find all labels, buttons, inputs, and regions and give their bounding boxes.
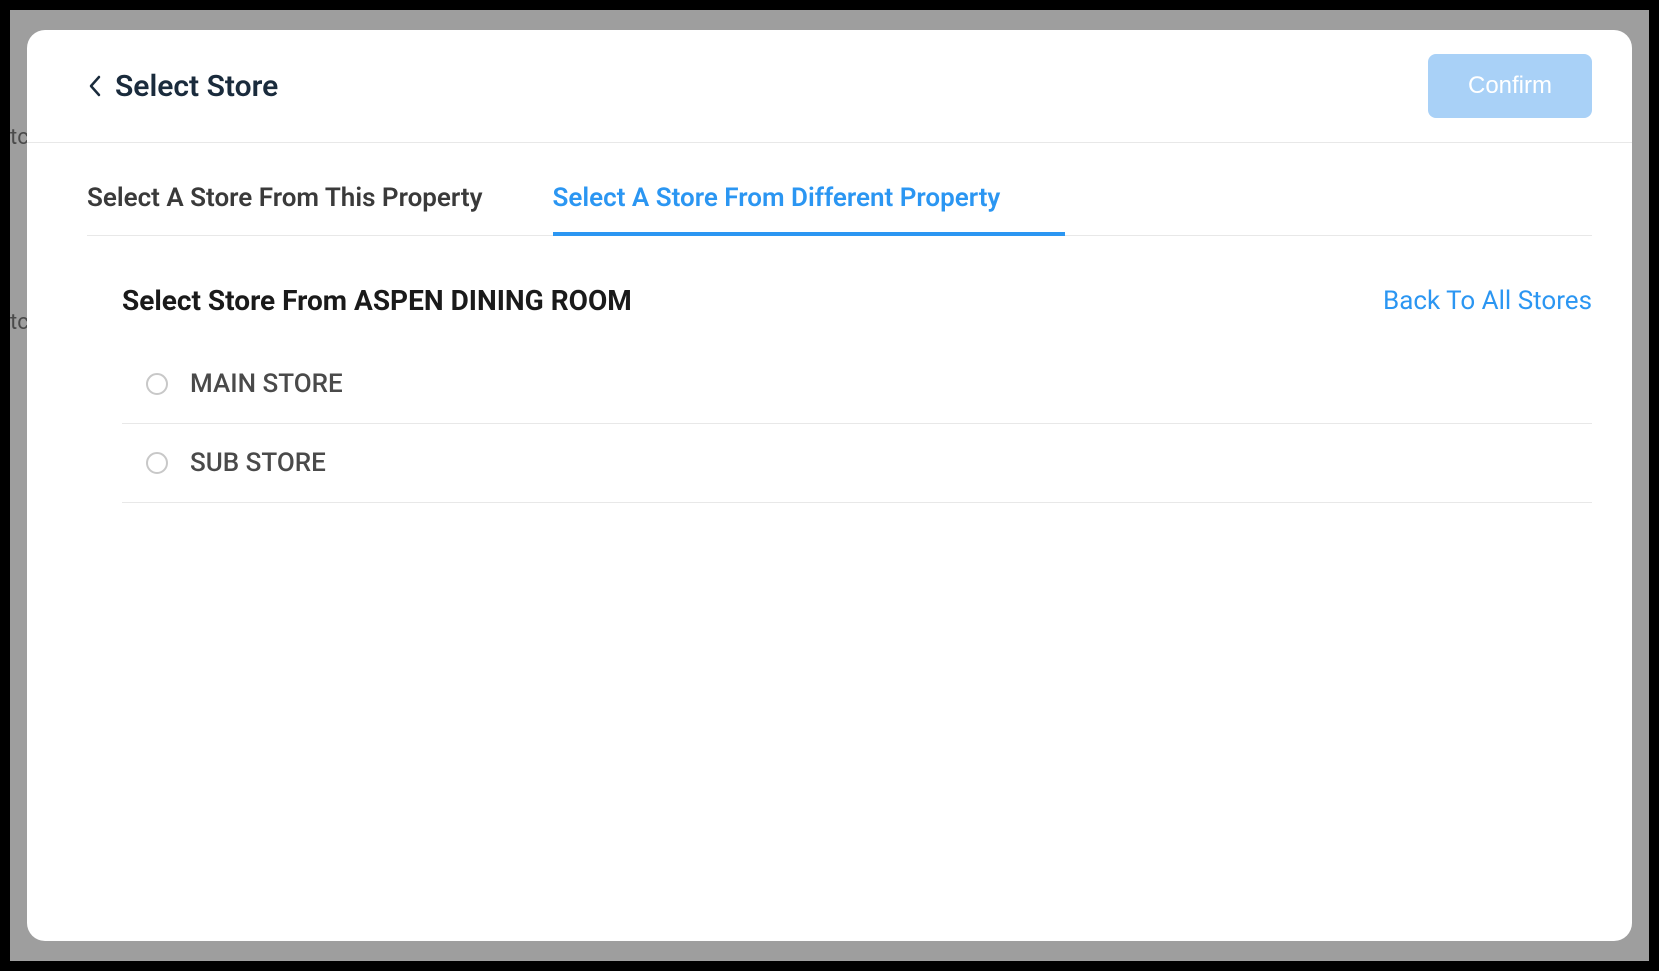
modal-body: Select A Store From This Property Select… (27, 143, 1632, 941)
backdrop-fragment-1: tc (10, 125, 29, 150)
confirm-button[interactable]: Confirm (1428, 54, 1592, 118)
backdrop-fragment-2: tc (10, 310, 29, 335)
store-item-main[interactable]: MAIN STORE (122, 345, 1592, 424)
content-title: Select Store From ASPEN DINING ROOM (122, 284, 632, 317)
modal-header: Select Store Confirm (27, 30, 1632, 143)
tab-different-property[interactable]: Select A Store From Different Property (553, 163, 1036, 235)
tab-label: Select A Store From This Property (87, 183, 483, 213)
radio-icon[interactable] (146, 373, 168, 395)
store-label: MAIN STORE (190, 369, 343, 399)
modal-title: Select Store (115, 69, 278, 104)
select-store-modal: Select Store Confirm Select A Store From… (27, 30, 1632, 941)
tabs: Select A Store From This Property Select… (87, 163, 1592, 236)
tab-label: Select A Store From Different Property (553, 183, 1001, 213)
header-left: Select Store (87, 69, 278, 104)
store-label: SUB STORE (190, 448, 326, 478)
radio-icon[interactable] (146, 452, 168, 474)
content-header: Select Store From ASPEN DINING ROOM Back… (87, 236, 1592, 345)
store-list: MAIN STORE SUB STORE (87, 345, 1592, 503)
store-item-sub[interactable]: SUB STORE (122, 424, 1592, 503)
back-to-all-stores-link[interactable]: Back To All Stores (1383, 286, 1592, 316)
tab-this-property[interactable]: Select A Store From This Property (87, 163, 518, 235)
chevron-left-icon[interactable] (87, 74, 101, 98)
